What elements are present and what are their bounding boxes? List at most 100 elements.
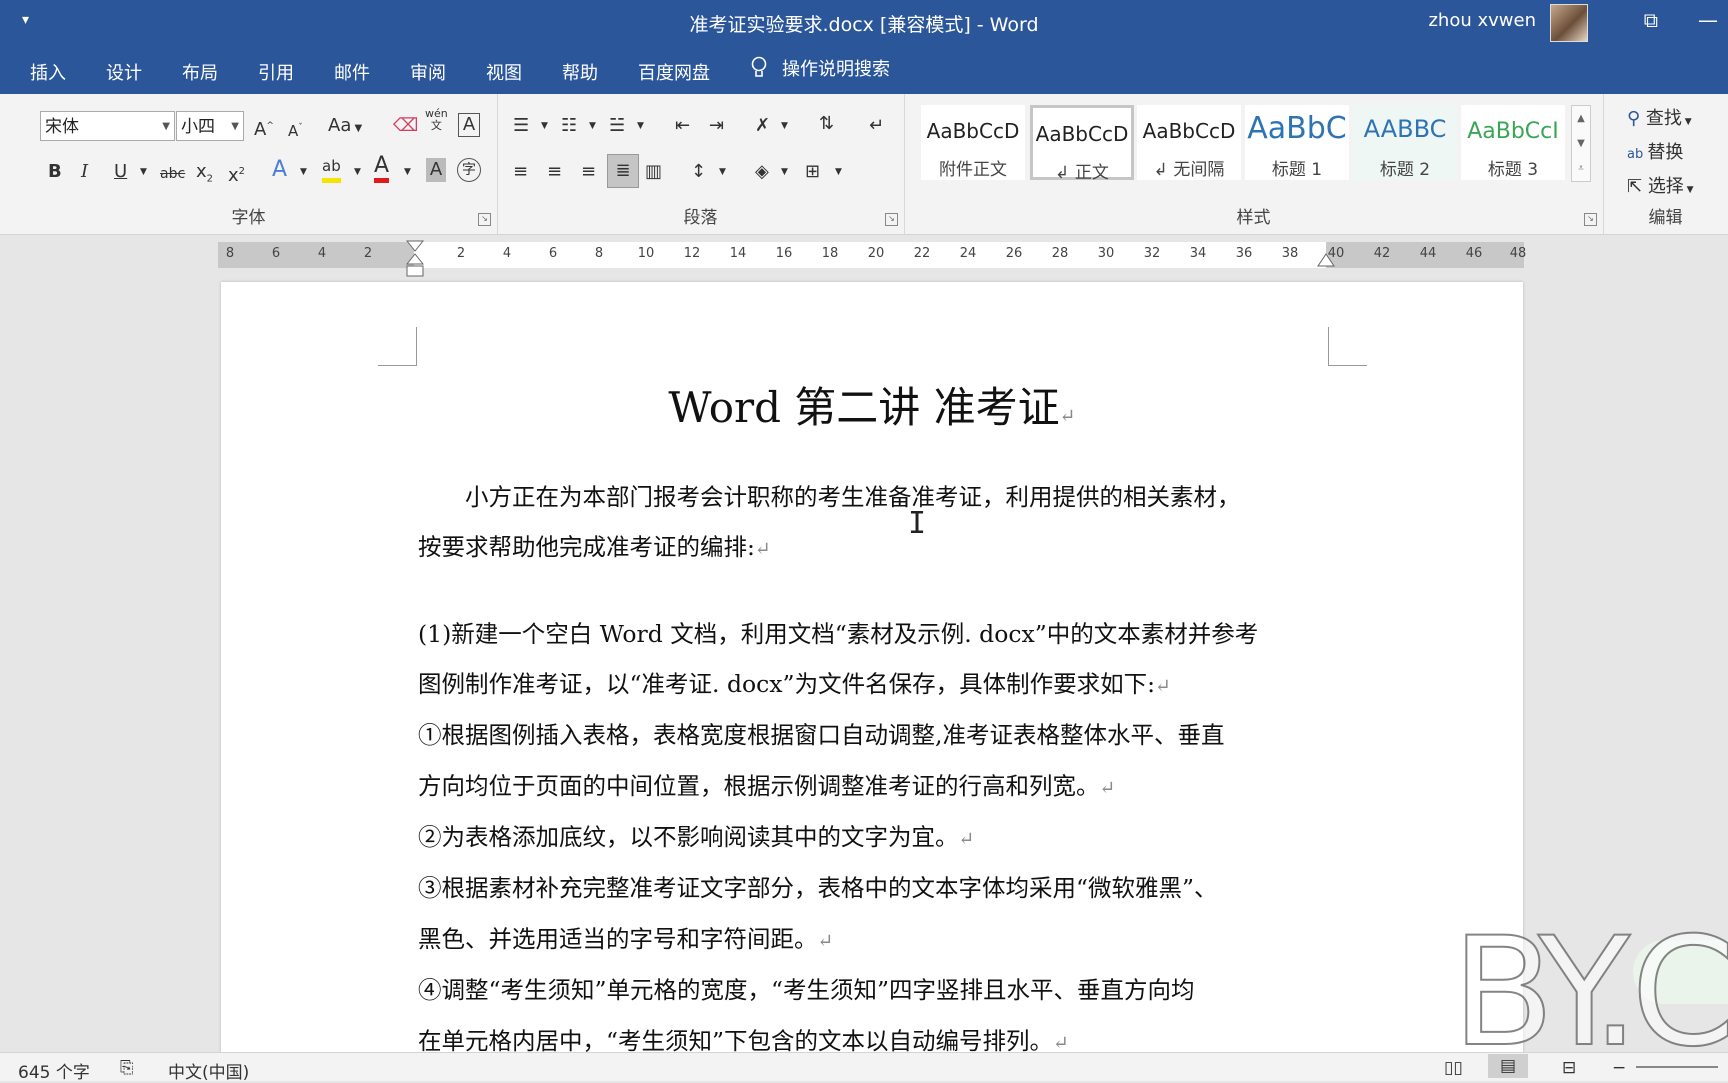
chinese-layout-icon[interactable]: ✗ bbox=[755, 114, 770, 138]
borders-icon[interactable]: ⊞ bbox=[805, 160, 820, 184]
align-left-icon[interactable]: ≡ bbox=[513, 160, 528, 184]
web-layout-icon[interactable]: ⊟ bbox=[1562, 1058, 1576, 1078]
document-line[interactable]: 小方正在为本部门报考会计职称的考生准备准考证，利用提供的相关素材， bbox=[418, 478, 1330, 512]
document-line[interactable]: 在单元格内居中，“考生须知”下包含的文本以自动编号排列。↵ bbox=[418, 1022, 1330, 1056]
print-layout-icon[interactable]: ▤ bbox=[1488, 1054, 1529, 1078]
bullets-dropdown-icon[interactable]: ▼ bbox=[541, 114, 548, 138]
document-line[interactable]: 图例制作准考证，以“准考证. docx”为文件名保存，具体制作要求如下:↵ bbox=[418, 665, 1330, 699]
styles-gallery-scroll[interactable]: ▲ ▼ ⩡ bbox=[1571, 105, 1591, 182]
borders-dropdown-icon[interactable]: ▼ bbox=[835, 160, 842, 184]
justify-icon[interactable]: ≣ bbox=[607, 154, 639, 188]
highlight-dropdown-icon[interactable]: ▼ bbox=[354, 160, 361, 184]
select-button[interactable]: ⇱ 选择 ▼ bbox=[1627, 172, 1694, 198]
tab-mailings[interactable]: 邮件 bbox=[334, 59, 370, 85]
bullets-icon[interactable]: ☰ bbox=[513, 114, 529, 138]
right-indent-marker-icon[interactable] bbox=[1317, 252, 1335, 268]
indent-marker-icon[interactable] bbox=[406, 240, 424, 280]
line-spacing-icon[interactable]: ↕ bbox=[691, 160, 706, 184]
replace-button[interactable]: ab 替换 bbox=[1627, 138, 1683, 164]
subscript-icon[interactable]: x2 bbox=[196, 160, 213, 192]
font-color-dropdown-icon[interactable]: ▼ bbox=[404, 160, 411, 184]
tab-layout[interactable]: 布局 bbox=[182, 59, 218, 85]
highlight-icon[interactable]: ab bbox=[322, 154, 341, 183]
multilevel-list-icon[interactable]: ☱ bbox=[609, 114, 625, 138]
style-heading-3[interactable]: AaBbCcI 标题 3 bbox=[1461, 105, 1565, 180]
style-heading-2[interactable]: AABBC 标题 2 bbox=[1353, 105, 1457, 180]
avatar[interactable] bbox=[1550, 4, 1588, 42]
document-line[interactable]: ③根据素材补充完整准考证文字部分，表格中的文本字体均采用“微软雅黑”、 bbox=[418, 869, 1330, 903]
italic-icon[interactable]: I bbox=[81, 160, 88, 184]
tab-view[interactable]: 视图 bbox=[486, 59, 522, 85]
underline-dropdown-icon[interactable]: ▼ bbox=[140, 160, 147, 184]
enclose-characters-icon[interactable]: 字 bbox=[457, 158, 481, 182]
line-spacing-dropdown-icon[interactable]: ▼ bbox=[719, 160, 726, 184]
document-line[interactable]: ④调整“考生须知”单元格的宽度，“考生须知”四字竖排且水平、垂直方向均 bbox=[418, 971, 1330, 1005]
underline-icon[interactable]: U bbox=[114, 160, 127, 184]
ruler-tick: 46 bbox=[1465, 246, 1483, 261]
phonetic-guide-icon[interactable]: wén 文 bbox=[425, 108, 448, 132]
clear-formatting-icon[interactable]: ⌫ bbox=[393, 114, 418, 138]
word-count[interactable]: 645 个字 bbox=[18, 1058, 90, 1083]
tab-review[interactable]: 审阅 bbox=[410, 59, 446, 85]
ribbon-display-options-icon[interactable]: ⧉ bbox=[1644, 8, 1658, 32]
numbering-dropdown-icon[interactable]: ▼ bbox=[589, 114, 596, 138]
document-line[interactable]: ①根据图例插入表格，表格宽度根据窗口自动调整,准考证表格整体水平、垂直 bbox=[418, 716, 1330, 750]
document-line[interactable]: 方向均位于页面的中间位置，根据示例调整准考证的行高和列宽。↵ bbox=[418, 767, 1330, 801]
superscript-icon[interactable]: x2 bbox=[228, 160, 245, 188]
decrease-indent-icon[interactable]: ⇤ bbox=[675, 114, 690, 138]
styles-dialog-launcher-icon[interactable]: ↘ bbox=[1584, 213, 1597, 226]
multilevel-list-dropdown-icon[interactable]: ▼ bbox=[637, 114, 644, 138]
language-indicator[interactable]: 中文(中国) bbox=[168, 1058, 249, 1083]
tell-me-search[interactable]: 操作说明搜索 bbox=[750, 55, 890, 81]
style-no-spacing[interactable]: AaBbCcD ↲ 无间隔 bbox=[1137, 105, 1241, 180]
horizontal-ruler[interactable]: 8 6 4 2 2 4 6 8 10 12 14 16 18 20 22 24 … bbox=[218, 240, 1526, 277]
text-effects-dropdown-icon[interactable]: ▼ bbox=[300, 160, 307, 184]
style-heading-1[interactable]: AaBbC 标题 1 bbox=[1245, 105, 1349, 180]
font-color-icon[interactable]: A bbox=[374, 154, 390, 183]
align-right-icon[interactable]: ≡ bbox=[581, 160, 596, 184]
shrink-font-icon[interactable]: Aˇ bbox=[288, 116, 303, 143]
user-name[interactable]: zhou xvwen bbox=[1428, 10, 1536, 31]
style-attachment-body[interactable]: AaBbCcD 附件正文 bbox=[921, 105, 1025, 180]
document-page[interactable]: Word 第二讲 准考证↵ 小方正在为本部门报考会计职称的考生准备准考证，利用提… bbox=[221, 282, 1523, 1055]
character-border-icon[interactable]: A bbox=[458, 113, 480, 137]
text-effects-icon[interactable]: A bbox=[272, 158, 287, 182]
tab-insert[interactable]: 插入 bbox=[30, 59, 66, 85]
paragraph-mark: ↵ bbox=[1155, 675, 1171, 697]
style-normal[interactable]: AaBbCcD ↲ 正文 bbox=[1030, 105, 1134, 183]
grow-font-icon[interactable]: A^ bbox=[254, 114, 274, 142]
increase-indent-icon[interactable]: ⇥ bbox=[709, 114, 724, 138]
tab-baidu-netdisk[interactable]: 百度网盘 bbox=[638, 59, 710, 85]
minimize-icon[interactable]: — bbox=[1698, 8, 1718, 32]
font-name-combo[interactable]: 宋体 ▼ bbox=[40, 111, 175, 141]
font-dialog-launcher-icon[interactable]: ↘ bbox=[478, 213, 491, 226]
shading-dropdown-icon[interactable]: ▼ bbox=[781, 160, 788, 184]
bold-icon[interactable]: B bbox=[48, 160, 62, 184]
numbering-icon[interactable]: ☷ bbox=[561, 114, 577, 138]
distributed-icon[interactable]: ▥ bbox=[645, 160, 662, 184]
change-case-button[interactable]: Aa ▼ bbox=[328, 114, 362, 141]
align-center-icon[interactable]: ≡ bbox=[547, 160, 562, 184]
paragraph-dialog-launcher-icon[interactable]: ↘ bbox=[885, 213, 898, 226]
character-shading-icon[interactable]: A bbox=[426, 158, 446, 182]
show-formatting-marks-icon[interactable]: ↵ bbox=[869, 114, 884, 138]
document-line[interactable]: 按要求帮助他完成准考证的编排:↵ bbox=[418, 528, 1330, 562]
chinese-layout-dropdown-icon[interactable]: ▼ bbox=[781, 114, 788, 138]
sort-icon[interactable]: ⇅ bbox=[819, 112, 834, 136]
read-mode-icon[interactable]: ▯▯ bbox=[1444, 1058, 1463, 1078]
find-button[interactable]: ⚲ 查找 ▼ bbox=[1627, 104, 1692, 130]
document-line[interactable]: (1)新建一个空白 Word 文档，利用文档“素材及示例. docx”中的文本素… bbox=[418, 615, 1330, 649]
tab-design[interactable]: 设计 bbox=[106, 59, 142, 85]
shading-icon[interactable]: ◈ bbox=[755, 160, 769, 184]
document-line[interactable]: 黑色、并选用适当的字号和字符间距。↵ bbox=[418, 920, 1330, 954]
font-size-combo[interactable]: 小四 ▼ bbox=[176, 111, 244, 141]
zoom-out-icon[interactable]: − bbox=[1612, 1058, 1626, 1078]
tab-references[interactable]: 引用 bbox=[258, 59, 294, 85]
tab-help[interactable]: 帮助 bbox=[562, 59, 598, 85]
line-text: ④调整“考生须知”单元格的宽度，“考生须知”四字竖排且水平、垂直方向均 bbox=[418, 976, 1195, 1004]
zoom-slider[interactable] bbox=[1636, 1066, 1718, 1068]
document-heading[interactable]: Word 第二讲 准考证↵ bbox=[221, 374, 1523, 435]
proofing-icon[interactable]: ⎘ bbox=[120, 1058, 134, 1078]
strikethrough-icon[interactable]: abc bbox=[160, 162, 185, 186]
document-line[interactable]: ②为表格添加底纹，以不影响阅读其中的文字为宜。↵ bbox=[418, 818, 1330, 852]
